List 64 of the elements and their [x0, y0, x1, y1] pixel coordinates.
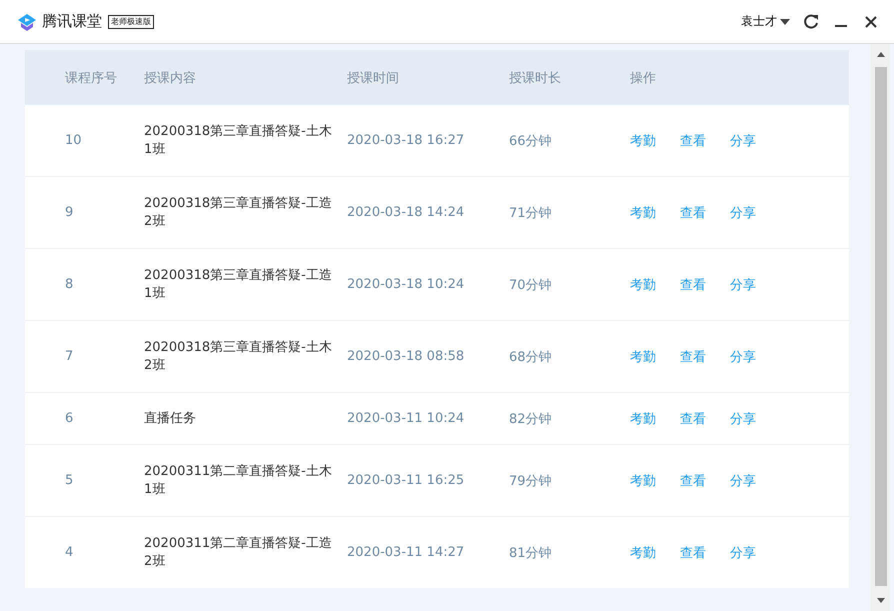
action-link[interactable]: 考勤: [630, 276, 656, 294]
table-cell-text: 82分钟: [509, 410, 553, 428]
column-header: 操作: [630, 70, 657, 86]
table-cell-text: 2020-03-11 14:27: [347, 545, 466, 560]
table-cell-text: 2020-03-18 14:24: [347, 205, 466, 220]
column-header: 授课时长: [509, 70, 562, 86]
action-link[interactable]: 查看: [680, 410, 706, 428]
action-link[interactable]: 分享: [730, 544, 756, 562]
action-link[interactable]: 分享: [730, 410, 756, 428]
table-cell-text: 20200311第二章直播答疑-工造2班: [144, 534, 333, 570]
table-cell-text: 20200318第三章直播答疑-工造1班: [144, 266, 333, 302]
edition-badge: 老师极速版: [108, 14, 154, 28]
table-cell-text: 68分钟: [509, 348, 553, 366]
table-cell-text: 4: [65, 545, 74, 560]
action-link[interactable]: 查看: [680, 348, 706, 366]
action-link[interactable]: 考勤: [630, 472, 656, 490]
scroll-down-icon[interactable]: [876, 598, 884, 603]
table-cell-text: 2020-03-18 08:58: [347, 349, 466, 364]
table-cell-text: 7: [65, 349, 74, 364]
action-link[interactable]: 查看: [680, 472, 706, 490]
caret-icon: [780, 18, 790, 24]
table-cell-text: 71分钟: [509, 204, 553, 222]
table-cell-text: 6: [65, 411, 74, 426]
action-link[interactable]: 考勤: [630, 348, 656, 366]
action-link[interactable]: 分享: [730, 204, 756, 222]
column-header: 授课时间: [347, 70, 400, 86]
refresh-icon[interactable]: [802, 12, 820, 30]
action-link[interactable]: 查看: [680, 544, 706, 562]
action-link[interactable]: 分享: [730, 132, 756, 150]
scroll-up-icon[interactable]: [876, 52, 884, 57]
scrollbar[interactable]: [871, 44, 890, 611]
table-cell-text: 20200318第三章直播答疑-工造2班: [144, 194, 333, 230]
table-cell-text: 79分钟: [509, 472, 553, 490]
action-link[interactable]: 分享: [730, 276, 756, 294]
table-cell-text: 2020-03-18 16:27: [347, 133, 466, 148]
action-link[interactable]: 查看: [680, 132, 706, 150]
table-cell-text: 2020-03-11 16:25: [347, 473, 466, 488]
column-header: 授课内容: [144, 70, 197, 86]
action-link[interactable]: 分享: [730, 472, 756, 490]
table-cell-text: 2020-03-18 10:24: [347, 277, 466, 292]
action-link[interactable]: 考勤: [630, 132, 656, 150]
action-link[interactable]: 查看: [680, 276, 706, 294]
table-cell-text: 20200318第三章直播答疑-土木1班: [144, 122, 333, 158]
action-link[interactable]: 分享: [730, 348, 756, 366]
app-name: 腾讯课堂: [42, 12, 102, 31]
logo-icon: [16, 12, 38, 32]
table-cell-text: 直播任务: [144, 410, 197, 428]
column-header: 课程序号: [65, 70, 118, 86]
table-cell-text: 70分钟: [509, 276, 553, 294]
table-cell-text: 66分钟: [509, 132, 553, 150]
table-cell-text: 9: [65, 205, 74, 220]
table-cell-text: 2020-03-11 10:24: [347, 411, 466, 426]
table-cell-text: 20200318第三章直播答疑-土木2班: [144, 338, 333, 374]
table-cell-text: 20200311第二章直播答疑-土木1班: [144, 462, 333, 498]
user-menu[interactable]: 袁士才: [741, 13, 790, 30]
table-cell-text: 81分钟: [509, 544, 553, 562]
scrollbar-thumb[interactable]: [874, 67, 886, 586]
table-cell-text: 10: [65, 133, 83, 148]
action-link[interactable]: 考勤: [630, 204, 656, 222]
action-link[interactable]: 查看: [680, 204, 706, 222]
action-link[interactable]: 考勤: [630, 544, 656, 562]
table-cell-text: 8: [65, 277, 74, 292]
action-link[interactable]: 考勤: [630, 410, 656, 428]
table-cell-text: 5: [65, 473, 74, 488]
